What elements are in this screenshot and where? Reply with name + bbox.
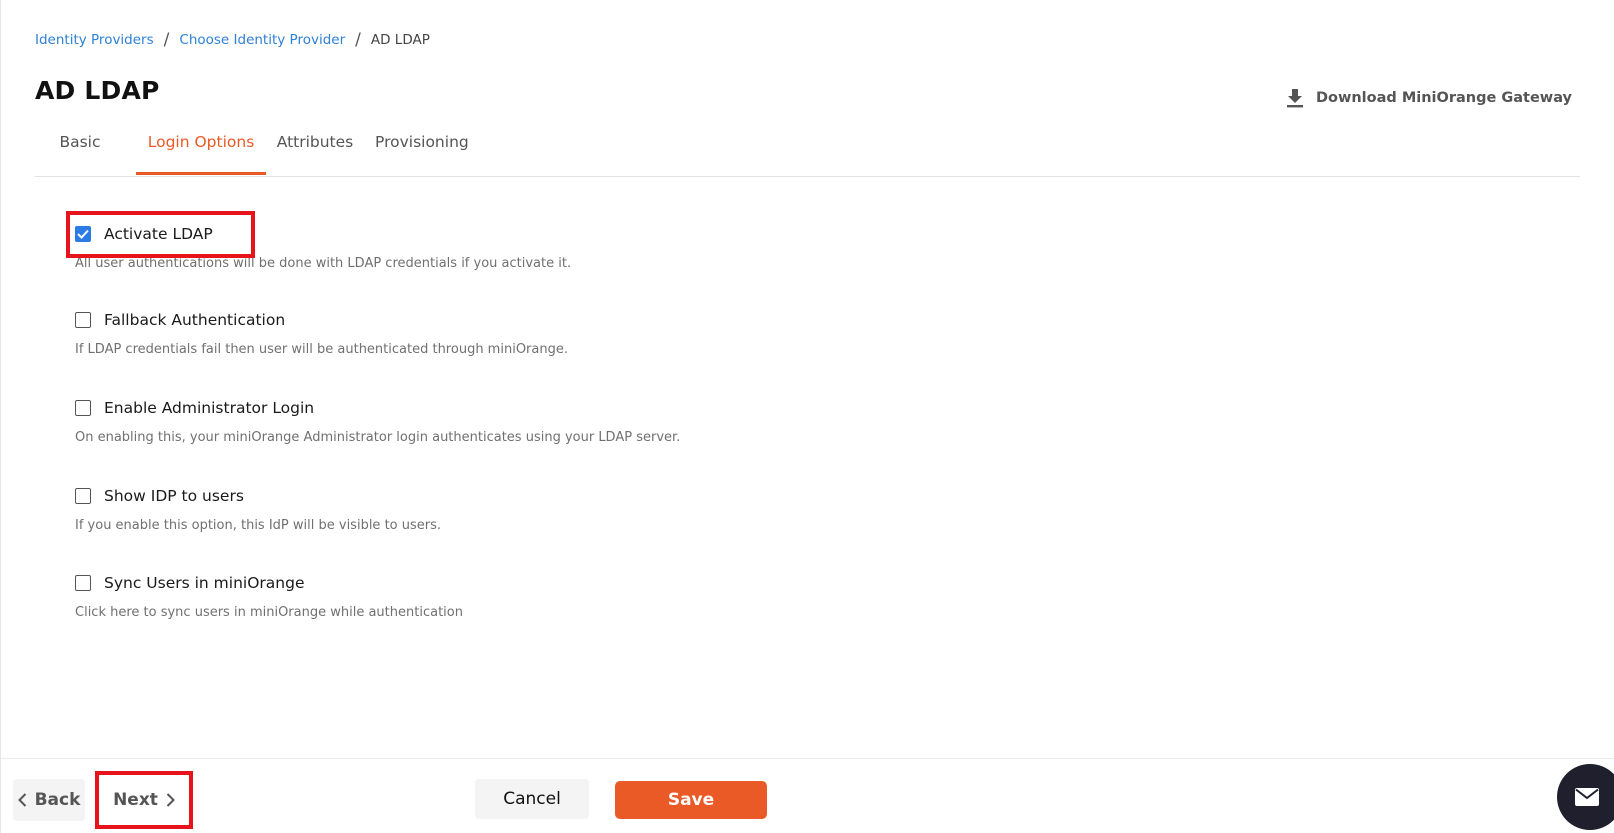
breadcrumb-choose-identity-provider[interactable]: Choose Identity Provider bbox=[179, 32, 345, 48]
footer-bar: Back Next Cancel Save bbox=[1, 758, 1614, 833]
enable-administrator-login-checkbox[interactable] bbox=[75, 400, 91, 416]
cancel-button[interactable]: Cancel bbox=[475, 779, 589, 819]
tab-provisioning[interactable]: Provisioning bbox=[375, 126, 469, 175]
option-enable-administrator-login: Enable Administrator Login On enabling t… bbox=[75, 396, 680, 445]
option-sync-users: Sync Users in miniOrange Click here to s… bbox=[75, 571, 463, 620]
option-fallback-authentication: Fallback Authentication If LDAP credenti… bbox=[75, 308, 568, 357]
show-idp-to-users-label: Show IDP to users bbox=[104, 487, 244, 505]
option-show-idp-to-users: Show IDP to users If you enable this opt… bbox=[75, 484, 441, 533]
activate-ldap-description: All user authentications will be done wi… bbox=[75, 256, 572, 271]
check-icon bbox=[77, 229, 89, 239]
tab-attributes[interactable]: Attributes bbox=[275, 126, 355, 175]
download-icon bbox=[1286, 88, 1304, 108]
sync-users-checkbox[interactable] bbox=[75, 575, 91, 591]
fallback-authentication-description: If LDAP credentials fail then user will … bbox=[75, 342, 568, 357]
sync-users-label: Sync Users in miniOrange bbox=[104, 574, 305, 592]
fallback-authentication-label: Fallback Authentication bbox=[104, 311, 286, 329]
download-gateway-label: Download MiniOrange Gateway bbox=[1315, 90, 1572, 106]
page-title: AD LDAP bbox=[35, 76, 160, 105]
next-button[interactable]: Next bbox=[95, 771, 193, 829]
show-idp-to-users-checkbox[interactable] bbox=[75, 488, 91, 504]
breadcrumb-current: AD LDAP bbox=[370, 32, 430, 48]
chevron-right-icon bbox=[166, 793, 175, 807]
breadcrumb: Identity Providers / Choose Identity Pro… bbox=[35, 30, 430, 50]
breadcrumb-identity-providers[interactable]: Identity Providers bbox=[35, 32, 154, 48]
enable-administrator-login-label: Enable Administrator Login bbox=[104, 399, 315, 417]
fallback-authentication-checkbox[interactable] bbox=[75, 312, 91, 328]
mail-icon bbox=[1575, 788, 1599, 806]
sync-users-description: Click here to sync users in miniOrange w… bbox=[75, 605, 463, 620]
show-idp-to-users-description: If you enable this option, this IdP will… bbox=[75, 518, 442, 533]
tab-bar: Basic Login Options Attributes Provision… bbox=[35, 126, 1580, 177]
mail-chat-button[interactable] bbox=[1557, 764, 1614, 830]
tab-basic[interactable]: Basic bbox=[35, 126, 125, 175]
back-button-label: Back bbox=[34, 790, 81, 810]
option-activate-ldap: Activate LDAP All user authentications w… bbox=[75, 222, 571, 271]
next-button-label: Next bbox=[113, 790, 158, 810]
back-button[interactable]: Back bbox=[13, 779, 85, 821]
enable-administrator-login-description: On enabling this, your miniOrange Admini… bbox=[75, 430, 681, 445]
breadcrumb-separator: / bbox=[355, 30, 361, 50]
page: Identity Providers / Choose Identity Pro… bbox=[0, 0, 1614, 833]
download-gateway-link[interactable]: Download MiniOrange Gateway bbox=[1286, 88, 1572, 108]
activate-ldap-label: Activate LDAP bbox=[104, 225, 213, 243]
activate-ldap-checkbox[interactable] bbox=[75, 226, 91, 242]
chevron-left-icon bbox=[17, 793, 26, 807]
breadcrumb-separator: / bbox=[163, 30, 170, 50]
tab-login-options[interactable]: Login Options bbox=[136, 126, 266, 175]
save-button[interactable]: Save bbox=[615, 781, 767, 819]
